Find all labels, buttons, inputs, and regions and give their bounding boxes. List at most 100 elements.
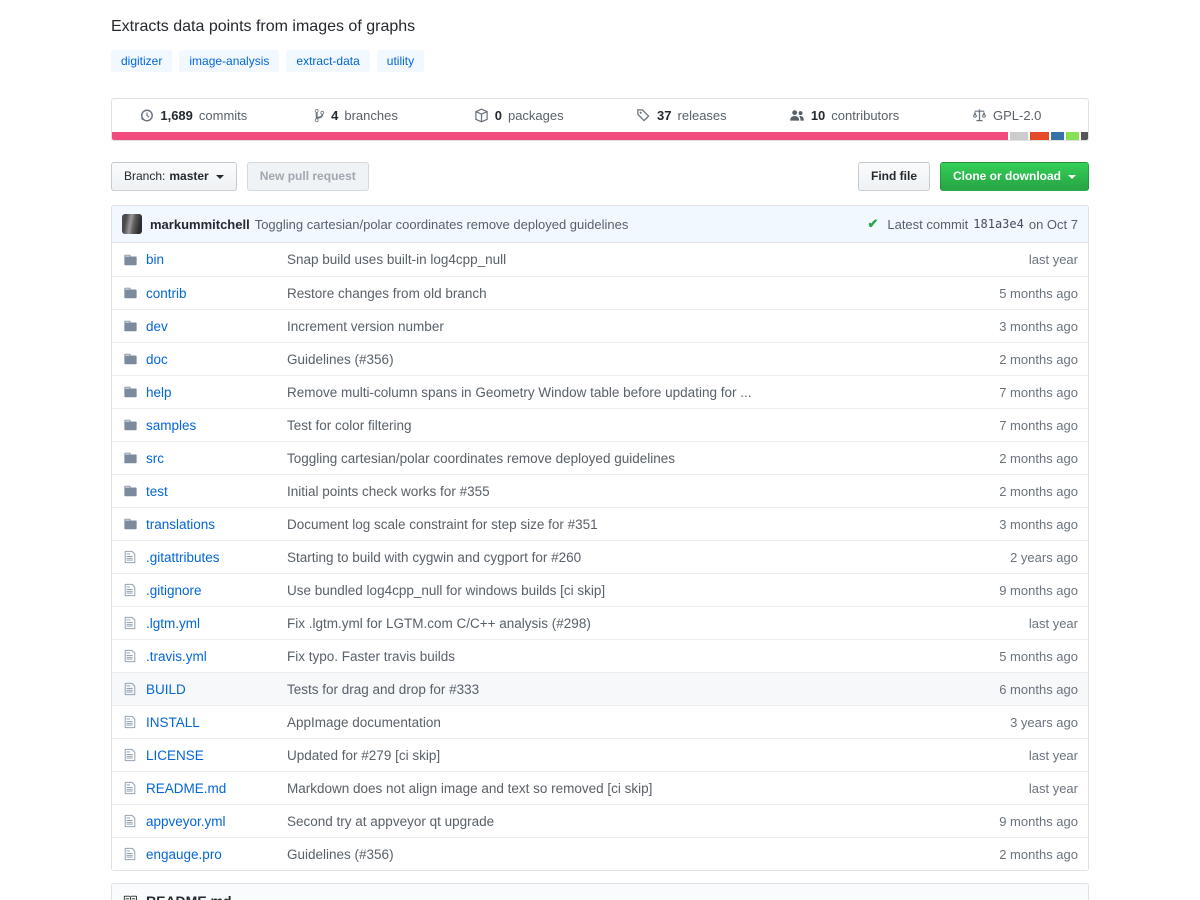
file-name-cell: test [112, 484, 287, 499]
file-name-link[interactable]: .gitignore [146, 583, 202, 598]
row-commit-message-link[interactable]: Starting to build with cygwin and cygpor… [287, 550, 581, 565]
table-row[interactable]: .travis.yml Fix typo. Faster travis buil… [112, 639, 1088, 672]
table-row[interactable]: src Toggling cartesian/polar coordinates… [112, 441, 1088, 474]
find-file-button[interactable]: Find file [858, 162, 930, 191]
stat-commits[interactable]: 1,689 commits [112, 99, 275, 132]
row-commit-message-link[interactable]: Second try at appveyor qt upgrade [287, 814, 494, 829]
history-icon [139, 108, 154, 123]
table-row[interactable]: help Remove multi-column spans in Geomet… [112, 375, 1088, 408]
table-row[interactable]: .lgtm.yml Fix .lgtm.yml for LGTM.com C/C… [112, 606, 1088, 639]
file-name-link[interactable]: bin [146, 252, 164, 267]
clone-or-download-button[interactable]: Clone or download [940, 162, 1089, 191]
commit-message-cell: AppImage documentation [287, 715, 938, 730]
topic-tag[interactable]: utility [377, 50, 424, 72]
row-commit-message-link[interactable]: Fix .lgtm.yml for LGTM.com C/C++ analysi… [287, 616, 591, 631]
file-icon [122, 583, 138, 597]
file-age: 5 months ago [938, 649, 1088, 664]
file-name-link[interactable]: appveyor.yml [146, 814, 226, 829]
row-commit-message-link[interactable]: Restore changes from old branch [287, 286, 487, 301]
commit-sha-link[interactable]: 181a3e4 [973, 217, 1024, 231]
file-name-link[interactable]: src [146, 451, 164, 466]
file-name-link[interactable]: .gitattributes [146, 550, 220, 565]
branch-select-button[interactable]: Branch: master [111, 162, 237, 191]
table-row[interactable]: README.md Markdown does not align image … [112, 771, 1088, 804]
stat-branches[interactable]: 4 branches [275, 99, 438, 132]
table-row[interactable]: contrib Restore changes from old branch … [112, 276, 1088, 309]
table-row[interactable]: engauge.pro Guidelines (#356) 2 months a… [112, 837, 1088, 870]
row-commit-message-link[interactable]: Test for color filtering [287, 418, 412, 433]
clone-label: Clone or download [953, 170, 1061, 183]
topic-tag[interactable]: extract-data [286, 50, 369, 72]
row-commit-message-link[interactable]: Remove multi-column spans in Geometry Wi… [287, 385, 751, 400]
topic-tag[interactable]: digitizer [111, 50, 172, 72]
folder-icon [122, 253, 138, 267]
avatar[interactable] [122, 214, 142, 234]
table-row[interactable]: .gitignore Use bundled log4cpp_null for … [112, 573, 1088, 606]
table-row[interactable]: bin Snap build uses built-in log4cpp_nul… [112, 243, 1088, 276]
packages-count: 0 [495, 108, 502, 123]
table-row[interactable]: samples Test for color filtering 7 month… [112, 408, 1088, 441]
file-name-link[interactable]: engauge.pro [146, 847, 222, 862]
topic-tag[interactable]: image-analysis [179, 50, 279, 72]
table-row[interactable]: .gitattributes Starting to build with cy… [112, 540, 1088, 573]
file-name-link[interactable]: samples [146, 418, 196, 433]
row-commit-message-link[interactable]: Updated for #279 [ci skip] [287, 748, 440, 763]
file-name-link[interactable]: INSTALL [146, 715, 200, 730]
file-name-link[interactable]: test [146, 484, 168, 499]
repo-stats-box: 1,689 commits 4 branches 0 packages [111, 98, 1089, 141]
file-name-cell: .gitignore [112, 583, 287, 598]
file-icon [122, 682, 138, 696]
file-name-link[interactable]: contrib [146, 286, 187, 301]
file-name-cell: README.md [112, 781, 287, 796]
file-name-cell: translations [112, 517, 287, 532]
file-icon [122, 550, 138, 564]
stat-license[interactable]: GPL-2.0 [925, 99, 1088, 132]
row-commit-message-link[interactable]: Snap build uses built-in log4cpp_null [287, 252, 506, 267]
table-row[interactable]: appveyor.yml Second try at appveyor qt u… [112, 804, 1088, 837]
row-commit-message-link[interactable]: Use bundled log4cpp_null for windows bui… [287, 583, 605, 598]
chevron-down-icon [216, 175, 224, 179]
file-name-link[interactable]: README.md [146, 781, 226, 796]
file-age: 6 months ago [938, 682, 1088, 697]
stat-releases[interactable]: 37 releases [600, 99, 763, 132]
file-name-link[interactable]: doc [146, 352, 168, 367]
stat-contributors[interactable]: 10 contributors [763, 99, 926, 132]
table-row[interactable]: doc Guidelines (#356) 2 months ago [112, 342, 1088, 375]
row-commit-message-link[interactable]: Markdown does not align image and text s… [287, 781, 652, 796]
row-commit-message-link[interactable]: Initial points check works for #355 [287, 484, 490, 499]
readme-title: README.md [146, 893, 232, 900]
file-name-link[interactable]: .travis.yml [146, 649, 207, 664]
table-row[interactable]: BUILD Tests for drag and drop for #333 6… [112, 672, 1088, 705]
row-commit-message-link[interactable]: Guidelines (#356) [287, 847, 394, 862]
row-commit-message-link[interactable]: Document log scale constraint for step s… [287, 517, 598, 532]
row-commit-message-link[interactable]: Tests for drag and drop for #333 [287, 682, 479, 697]
row-commit-message-link[interactable]: Increment version number [287, 319, 444, 334]
row-commit-message-link[interactable]: AppImage documentation [287, 715, 441, 730]
row-commit-message-link[interactable]: Toggling cartesian/polar coordinates rem… [287, 451, 675, 466]
commit-message-cell: Remove multi-column spans in Geometry Wi… [287, 385, 938, 400]
chevron-down-icon [1068, 175, 1076, 179]
table-row[interactable]: test Initial points check works for #355… [112, 474, 1088, 507]
commit-author-link[interactable]: markummitchell [150, 217, 250, 232]
file-name-link[interactable]: help [146, 385, 172, 400]
language-bar[interactable] [112, 132, 1088, 140]
file-name-link[interactable]: BUILD [146, 682, 186, 697]
file-name-link[interactable]: LICENSE [146, 748, 204, 763]
file-name-link[interactable]: dev [146, 319, 168, 334]
row-commit-message-link[interactable]: Fix typo. Faster travis builds [287, 649, 455, 664]
file-age: 9 months ago [938, 814, 1088, 829]
file-name-cell: contrib [112, 286, 287, 301]
file-name-link[interactable]: .lgtm.yml [146, 616, 200, 631]
file-name-link[interactable]: translations [146, 517, 215, 532]
table-row[interactable]: LICENSE Updated for #279 [ci skip] last … [112, 738, 1088, 771]
commit-message-cell: Guidelines (#356) [287, 847, 938, 862]
language-segment [1066, 132, 1079, 140]
new-pull-request-button[interactable]: New pull request [247, 162, 369, 191]
file-age: 3 years ago [938, 715, 1088, 730]
table-row[interactable]: translations Document log scale constrai… [112, 507, 1088, 540]
table-row[interactable]: INSTALL AppImage documentation 3 years a… [112, 705, 1088, 738]
table-row[interactable]: dev Increment version number 3 months ag… [112, 309, 1088, 342]
stat-packages[interactable]: 0 packages [437, 99, 600, 132]
commit-message-link[interactable]: Toggling cartesian/polar coordinates rem… [255, 217, 629, 232]
row-commit-message-link[interactable]: Guidelines (#356) [287, 352, 394, 367]
